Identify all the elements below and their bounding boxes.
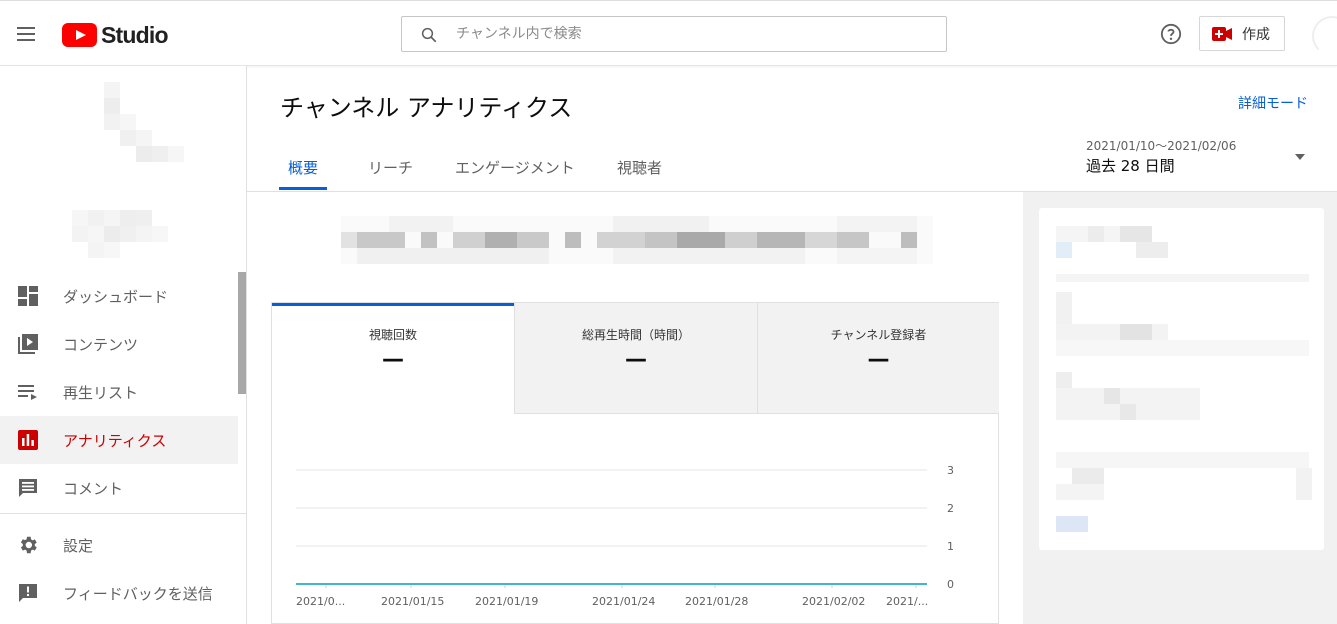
sidebar-divider [0, 513, 246, 514]
youtube-play-icon [62, 23, 97, 47]
date-period-select[interactable]: 過去 28 日間 [1086, 155, 1175, 176]
search-box[interactable] [401, 16, 947, 52]
tab-overview[interactable]: 概要 [288, 157, 318, 178]
tab-reach[interactable]: リーチ [368, 157, 413, 178]
metric-chart-card: 視聴回数 — 総再生時間（時間） — チャンネル登録者 — 0 1 2 3 2021/0… [271, 302, 999, 624]
sidebar-item-comments[interactable]: コメント [0, 464, 238, 512]
sidebar-item-analytics[interactable]: アナリティクス [0, 416, 238, 464]
y-tick-label: 3 [947, 464, 954, 477]
sidebar: ダッシュボード コンテンツ 再生リスト アナリティクス コメント 設定 フィード… [0, 66, 247, 624]
sidebar-scrollbar[interactable] [238, 272, 246, 394]
chevron-down-icon[interactable] [1294, 153, 1306, 161]
logo-text: Studio [101, 21, 169, 48]
feedback-icon [19, 584, 37, 602]
gear-icon [20, 536, 37, 554]
sidebar-item-label: 設定 [63, 536, 94, 555]
date-range-text: 2021/01/10〜2021/02/06 [1086, 139, 1237, 153]
x-tick-label: 2021/01/28 [685, 595, 748, 608]
x-tick-label: 2021/0... [296, 595, 345, 608]
avatar[interactable] [1312, 16, 1337, 56]
sidebar-item-playlists[interactable]: 再生リスト [0, 368, 238, 416]
comment-icon [19, 479, 37, 497]
dashboard-icon [18, 286, 38, 306]
tab-audience[interactable]: 視聴者 [617, 157, 662, 178]
sidebar-item-content[interactable]: コンテンツ [0, 320, 238, 368]
y-tick-label: 1 [947, 540, 954, 553]
views-line-chart: 0 1 2 3 2021/0... 2021/01/15 2021/01/19 2021/01… [296, 464, 954, 608]
page-title: チャンネル アナリティクス [280, 94, 573, 122]
analytics-icon [18, 430, 38, 450]
sidebar-item-label: 再生リスト [63, 383, 139, 402]
help-icon[interactable] [1160, 23, 1182, 45]
youtube-studio-logo[interactable]: Studio [62, 21, 169, 48]
sidebar-item-label: フィードバックを送信 [63, 584, 213, 603]
x-tick-label: 2021/... [886, 595, 928, 608]
sidebar-item-feedback[interactable]: フィードバックを送信 [0, 569, 238, 617]
content-icon [18, 334, 38, 354]
y-tick-label: 0 [947, 578, 954, 591]
create-button[interactable]: 作成 [1199, 16, 1285, 51]
sidebar-item-label: アナリティクス [63, 431, 167, 450]
tab-engagement[interactable]: エンゲージメント [455, 157, 575, 178]
search-input[interactable] [456, 21, 926, 47]
sidebar-item-label: コンテンツ [63, 335, 139, 354]
active-tab-indicator [279, 187, 327, 190]
x-tick-label: 2021/01/19 [475, 595, 538, 608]
create-button-label: 作成 [1242, 26, 1270, 43]
x-tick-label: 2021/01/24 [592, 595, 655, 608]
playlist-icon [18, 385, 37, 400]
sidebar-item-label: ダッシュボード [63, 287, 169, 306]
sidebar-item-label: コメント [63, 479, 124, 498]
x-tick-label: 2021/01/15 [381, 595, 444, 608]
x-tick-label: 2021/02/02 [802, 595, 865, 608]
y-tick-label: 2 [947, 502, 954, 515]
sidebar-item-dashboard[interactable]: ダッシュボード [0, 272, 238, 320]
hamburger-menu-icon[interactable] [16, 25, 38, 43]
realtime-card-redacted [1039, 208, 1324, 550]
search-icon[interactable] [420, 26, 438, 44]
video-camera-add-icon [1212, 26, 1232, 41]
top-app-bar: Studio 作成 [0, 0, 1337, 66]
sidebar-item-settings[interactable]: 設定 [0, 521, 238, 569]
advanced-mode-link[interactable]: 詳細モード [1238, 93, 1308, 113]
